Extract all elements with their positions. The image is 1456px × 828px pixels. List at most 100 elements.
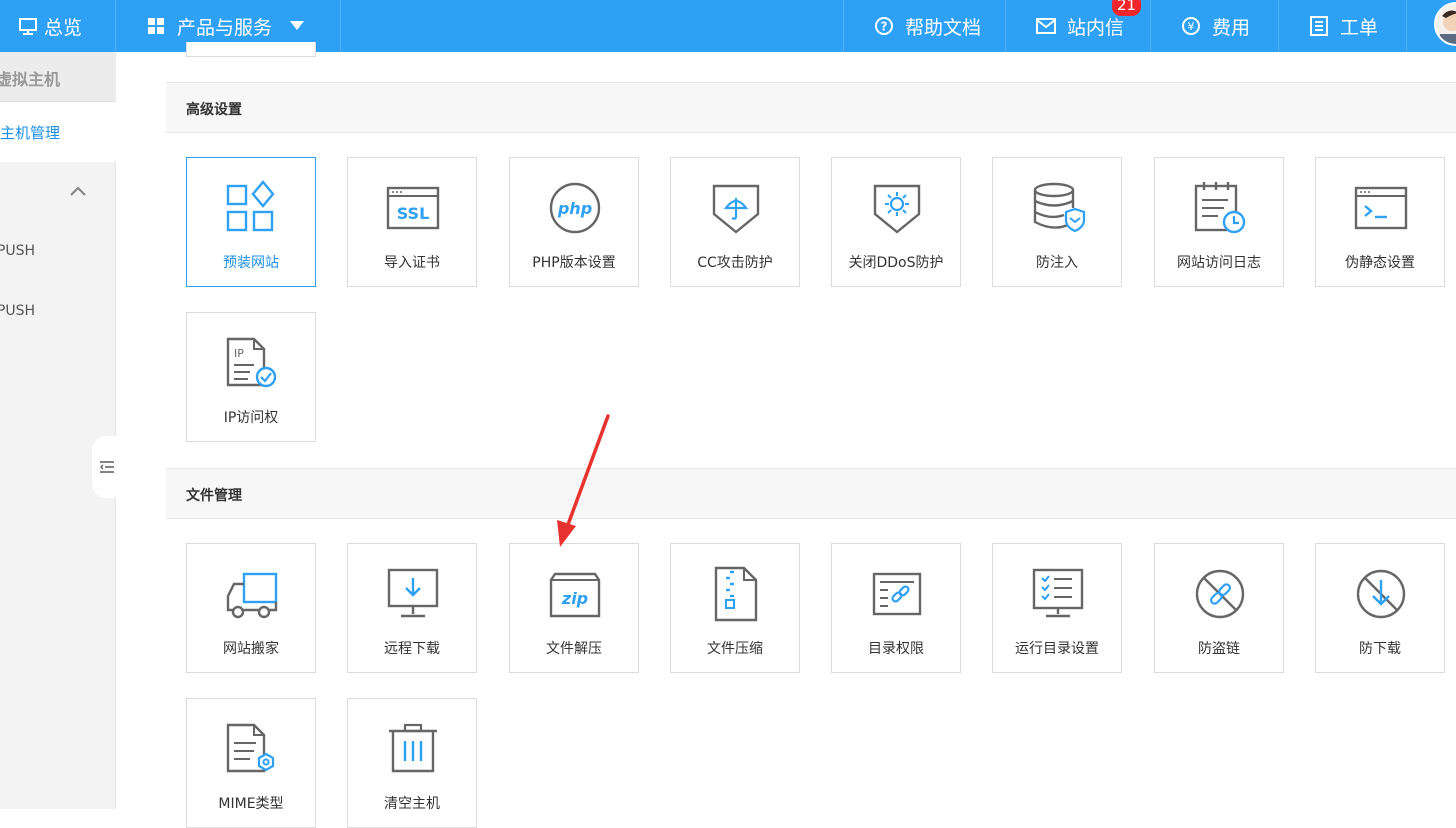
nav-tickets[interactable]: 工单: [1310, 0, 1378, 52]
divider: [843, 0, 844, 52]
tile-directory-permissions[interactable]: 目录权限: [831, 543, 961, 673]
tile-label: 文件压缩: [707, 641, 763, 657]
tile-label: CC攻击防护: [697, 255, 773, 271]
tile-label: 防盗链: [1198, 641, 1240, 657]
tile-label: 目录权限: [868, 641, 924, 657]
tile-label: 关闭DDoS防护: [848, 255, 944, 271]
tile-label: 远程下载: [384, 641, 440, 657]
monitor-download-icon: [387, 568, 439, 618]
chevron-up-icon[interactable]: [68, 184, 88, 198]
svg-text:IP: IP: [234, 347, 244, 360]
umbrella-shield-icon: [712, 184, 760, 234]
tile-import-certificate[interactable]: SSL 导入证书: [347, 157, 477, 287]
divider: [340, 0, 341, 52]
sidebar-item-label: 主机管理: [0, 124, 60, 142]
tile-label: MIME类型: [218, 796, 284, 812]
tile-site-migration[interactable]: 网站搬家: [186, 543, 316, 673]
grid-icon: [148, 18, 164, 34]
ip-document-icon: IP: [226, 337, 277, 388]
tile-file-extract[interactable]: zip 文件解压: [509, 543, 639, 673]
checklist-monitor-icon: [1032, 568, 1084, 618]
tile-label: 导入证书: [384, 255, 440, 271]
nav-overview-label: 总览: [44, 16, 83, 39]
user-avatar[interactable]: [1434, 2, 1456, 46]
ssl-certificate-icon: SSL: [386, 186, 440, 230]
tile-disable-ddos-protection[interactable]: 关闭DDoS防护: [831, 157, 961, 287]
divider: [1005, 0, 1006, 52]
collapse-menu-icon: [100, 461, 114, 473]
tile-rewrite-settings[interactable]: 伪静态设置: [1315, 157, 1445, 287]
tile-site-access-log[interactable]: 网站访问日志: [1154, 157, 1284, 287]
php-icon: php: [549, 182, 601, 234]
trash-icon: [389, 723, 437, 773]
sidebar-item-push[interactable]: PUSH: [0, 303, 35, 319]
svg-text:?: ?: [881, 20, 888, 34]
nav-help-docs[interactable]: ? 帮助文档: [874, 0, 981, 52]
user-avatar-icon: [1440, 10, 1456, 44]
sidebar-item-host-management[interactable]: 主机管理: [0, 102, 116, 162]
tile-ip-access[interactable]: IP IP访问权: [186, 312, 316, 442]
svg-text:¥: ¥: [1188, 20, 1195, 33]
tile-label: 运行目录设置: [1015, 641, 1099, 657]
divider: [1150, 0, 1151, 52]
tile-anti-injection[interactable]: 防注入: [992, 157, 1122, 287]
nav-help-label: 帮助文档: [905, 16, 982, 39]
tile-file-compress[interactable]: 文件压缩: [670, 543, 800, 673]
log-clock-icon: [1194, 182, 1246, 234]
sidebar-title: 虚拟主机: [0, 52, 116, 102]
yen-circle-icon: ¥: [1182, 17, 1200, 35]
tile-php-version[interactable]: php PHP版本设置: [509, 157, 639, 287]
tile-label: 网站访问日志: [1177, 255, 1261, 271]
section-header-files: 文件管理: [166, 468, 1456, 519]
tile-anti-hotlink[interactable]: 防盗链: [1154, 543, 1284, 673]
tile-label: 防下载: [1359, 641, 1401, 657]
tile-label: PHP版本设置: [532, 255, 616, 271]
apps-grid-icon: [226, 180, 275, 232]
nav-fees[interactable]: ¥ 费用: [1181, 0, 1250, 52]
svg-text:SSL: SSL: [397, 204, 430, 223]
caret-down-icon: [290, 21, 305, 30]
moving-truck-icon: [226, 572, 278, 619]
previous-tile-edge: [186, 42, 316, 57]
tile-remote-download[interactable]: 远程下载: [347, 543, 477, 673]
section-title: 文件管理: [186, 488, 242, 504]
section-header-advanced: 高级设置: [166, 82, 1456, 133]
svg-text:zip: zip: [561, 589, 588, 608]
no-link-icon: [1195, 569, 1245, 619]
divider: [115, 0, 116, 52]
virus-shield-icon: [873, 184, 921, 234]
tile-cc-attack-protection[interactable]: CC攻击防护: [670, 157, 800, 287]
sidebar-item-push[interactable]: PUSH: [0, 243, 35, 259]
nav-messages[interactable]: 站内信: [1036, 0, 1124, 52]
tile-label: 文件解压: [546, 641, 602, 657]
tile-label: 防注入: [1036, 255, 1078, 271]
svg-text:php: php: [557, 199, 592, 218]
nav-products-label: 产品与服务: [177, 16, 273, 39]
no-download-icon: [1356, 569, 1406, 619]
divider: [1406, 0, 1407, 52]
tile-label: 网站搬家: [223, 641, 279, 657]
mime-document-icon: [226, 723, 275, 773]
tile-label: IP访问权: [223, 410, 279, 426]
main-content: 高级设置 预装网站 SSL 导入证书 php PHP版本设置 CC攻击防护 关闭…: [116, 42, 1456, 828]
mail-icon: [1036, 18, 1056, 34]
sidebar: 虚拟主机 主机管理 PUSH PUSH: [0, 52, 116, 809]
zip-box-icon: zip: [549, 572, 601, 618]
ticket-list-icon: [1310, 16, 1328, 36]
database-shield-icon: [1033, 182, 1086, 233]
help-circle-icon: ?: [875, 17, 893, 35]
sidebar-title-label: 虚拟主机: [0, 70, 60, 89]
nav-messages-label: 站内信: [1067, 16, 1125, 39]
terminal-window-icon: [1354, 186, 1408, 230]
tile-run-directory-settings[interactable]: 运行目录设置: [992, 543, 1122, 673]
divider: [1278, 0, 1279, 52]
tile-preinstall-site[interactable]: 预装网站: [186, 157, 316, 287]
monitor-icon: [19, 18, 37, 35]
tile-anti-download[interactable]: 防下载: [1315, 543, 1445, 673]
nav-tickets-label: 工单: [1340, 16, 1379, 39]
zip-file-icon: [714, 566, 758, 622]
section-title: 高级设置: [186, 102, 242, 118]
tile-label: 伪静态设置: [1345, 255, 1415, 271]
directory-link-icon: [872, 572, 922, 616]
nav-overview[interactable]: 总览: [18, 0, 82, 52]
